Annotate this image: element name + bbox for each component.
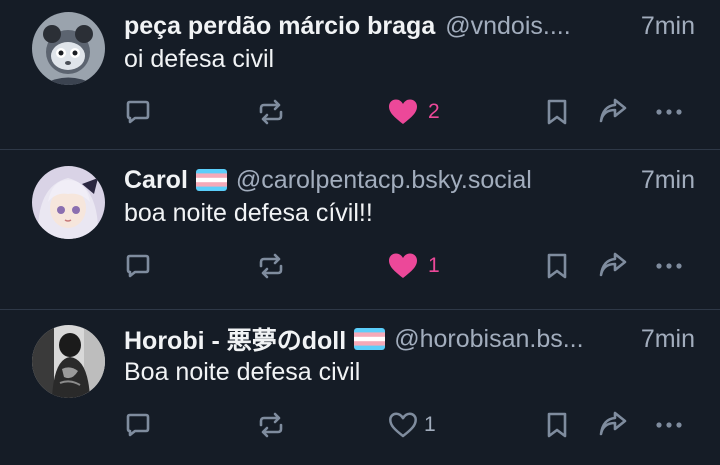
more-options-button[interactable] xyxy=(654,250,684,282)
repost-button[interactable] xyxy=(257,250,285,282)
heart-icon xyxy=(389,253,417,278)
repost-icon xyxy=(259,99,283,125)
bookmark-button[interactable] xyxy=(545,409,569,441)
share-button[interactable] xyxy=(598,96,628,128)
avatar-anime-girl-image xyxy=(32,166,105,239)
post-time[interactable]: 7min xyxy=(641,166,695,195)
author-name[interactable]: peça perdão márcio braga xyxy=(124,12,435,41)
post-actions: 1 xyxy=(0,409,720,441)
like-button[interactable]: 1 xyxy=(388,250,440,282)
post-text: boa noite defesa cívil!! xyxy=(124,199,373,227)
avatar[interactable] xyxy=(32,325,105,398)
post-actions: 2 xyxy=(0,96,720,128)
repost-button[interactable] xyxy=(257,409,285,441)
heart-icon xyxy=(389,412,417,438)
bookmark-button[interactable] xyxy=(545,250,569,282)
author-handle[interactable]: @horobisan.bs... xyxy=(394,325,633,354)
repost-icon xyxy=(259,253,283,279)
heart-icon xyxy=(389,99,417,124)
transgender-flag-icon xyxy=(354,328,386,350)
post-header: Carol @carolpentacp.bsky.social 7min xyxy=(124,164,695,196)
repost-icon xyxy=(259,412,283,438)
author-handle[interactable]: @vndois.... xyxy=(445,12,633,41)
like-count: 2 xyxy=(428,100,440,123)
reply-button[interactable] xyxy=(124,96,152,128)
like-button[interactable]: 2 xyxy=(388,96,440,128)
post-header: peça perdão márcio braga @vndois.... 7mi… xyxy=(124,10,695,42)
reply-button[interactable] xyxy=(124,250,152,282)
avatar[interactable] xyxy=(32,12,105,85)
transgender-flag-icon xyxy=(195,169,227,191)
post-time[interactable]: 7min xyxy=(641,12,695,41)
more-options-button[interactable] xyxy=(654,409,684,441)
avatar-bw-photo-image xyxy=(32,325,105,398)
share-icon xyxy=(599,98,627,123)
reply-icon xyxy=(126,100,150,124)
post-actions: 1 xyxy=(0,250,720,282)
share-button[interactable] xyxy=(598,250,628,282)
author-name[interactable]: Horobi - 悪夢のdoll xyxy=(124,321,346,357)
post-item[interactable]: Horobi - 悪夢のdoll @horobisan.bs... 7min B… xyxy=(0,311,720,465)
bookmark-button[interactable] xyxy=(545,96,569,128)
avatar[interactable] xyxy=(32,166,105,239)
bookmark-icon xyxy=(547,412,567,438)
post-item[interactable]: peça perdão márcio braga @vndois.... 7mi… xyxy=(0,0,720,150)
post-text: oi defesa civil xyxy=(124,45,275,73)
share-icon xyxy=(599,252,627,277)
bookmark-icon xyxy=(547,253,567,279)
more-icon xyxy=(656,263,682,269)
share-button[interactable] xyxy=(598,409,628,441)
post-time[interactable]: 7min xyxy=(641,325,695,354)
post-item[interactable]: Carol @carolpentacp.bsky.social 7min boa… xyxy=(0,152,720,310)
post-text: Boa noite defesa civil xyxy=(124,358,361,386)
more-icon xyxy=(656,109,682,115)
reply-button[interactable] xyxy=(124,409,152,441)
repost-button[interactable] xyxy=(257,96,285,128)
bookmark-icon xyxy=(547,99,567,125)
like-count: 1 xyxy=(428,254,440,277)
more-options-button[interactable] xyxy=(654,96,684,128)
reply-icon xyxy=(126,254,150,278)
more-icon xyxy=(656,422,682,428)
reply-icon xyxy=(126,413,150,437)
author-name[interactable]: Carol xyxy=(124,166,188,195)
post-header: Horobi - 悪夢のdoll @horobisan.bs... 7min xyxy=(124,321,695,357)
avatar-bear-plush-image xyxy=(32,12,105,85)
author-handle[interactable]: @carolpentacp.bsky.social xyxy=(236,166,633,195)
like-button[interactable]: 1 xyxy=(388,409,436,441)
like-count: 1 xyxy=(424,413,436,436)
post-feed: peça perdão márcio braga @vndois.... 7mi… xyxy=(0,0,720,465)
share-icon xyxy=(599,411,627,436)
